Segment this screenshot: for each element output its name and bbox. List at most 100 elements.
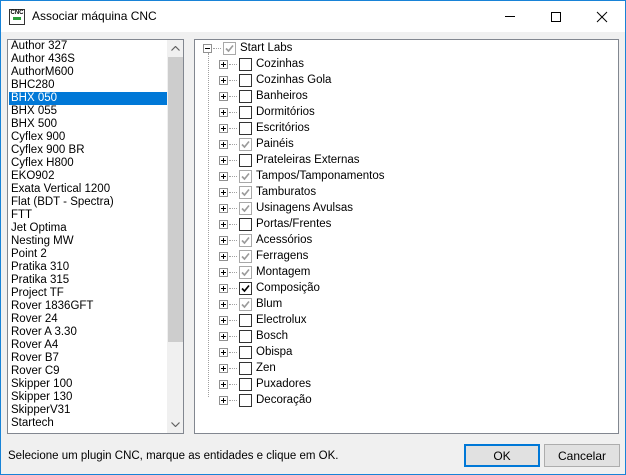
expand-icon[interactable] [219,235,228,245]
expand-icon[interactable] [219,75,228,85]
expand-icon[interactable] [219,139,228,149]
tree-node[interactable]: Blum [219,296,282,312]
scroll-up-button[interactable] [167,40,183,57]
tree-node[interactable]: Tampos/Tamponamentos [219,168,384,184]
expand-icon[interactable] [219,123,228,133]
scroll-down-button[interactable] [167,416,183,433]
tree-node[interactable]: Montagem [219,264,310,280]
tree-node[interactable]: Obispa [219,344,292,360]
tree-node[interactable]: Composição [219,280,320,296]
expand-icon[interactable] [219,59,228,69]
machine-list-item[interactable]: Rover A4 [9,339,167,352]
machine-list-item[interactable]: Rover 24 [9,313,167,326]
tree-node[interactable]: Tamburatos [219,184,316,200]
ok-button[interactable]: OK [464,444,540,467]
expand-icon[interactable] [219,283,228,293]
machine-list-item[interactable]: Point 2 [9,248,167,261]
machine-list-item[interactable]: EKO902 [9,170,167,183]
entity-tree[interactable]: Start Labs Cozinhas Cozinhas Gola Banheiros… [194,39,619,434]
checkbox-unchecked[interactable] [239,153,252,167]
machine-list-item[interactable]: BHX 055 [9,105,167,118]
tree-node[interactable]: Electrolux [219,312,307,328]
title-bar[interactable]: CNC Associar máquina CNC [1,1,625,32]
machine-list-item[interactable]: Author 327 [9,40,167,53]
expand-icon[interactable] [219,107,228,117]
collapse-icon[interactable] [203,43,212,53]
machine-listbox[interactable]: Author 327 Author 436S AuthorM600 BHC280 BHX… [7,39,184,434]
checkbox-unchecked[interactable] [239,361,252,375]
expand-icon[interactable] [219,171,228,181]
tree-node[interactable]: Prateleiras Externas [219,152,360,168]
expand-icon[interactable] [219,219,228,229]
machine-list-item[interactable]: Startech [9,417,167,430]
tree-node[interactable]: Bosch [219,328,288,344]
checkbox-gray-checked[interactable] [239,265,252,279]
machine-list-item[interactable]: Pratika 315 [9,274,167,287]
checkbox-unchecked[interactable] [239,73,252,87]
machine-list-item[interactable]: Flat (BDT - Spectra) [9,196,167,209]
machine-list-item[interactable]: Author 436S [9,53,167,66]
tree-node[interactable]: Dormitórios [219,104,315,120]
checkbox-unchecked[interactable] [239,377,252,391]
expand-icon[interactable] [219,91,228,101]
expand-icon[interactable] [219,379,228,389]
checkbox-gray-checked[interactable] [239,201,252,215]
tree-node[interactable]: Acessórios [219,232,312,248]
minimize-button[interactable] [487,1,533,32]
tree-node[interactable]: Painéis [219,136,294,152]
checkbox-unchecked[interactable] [239,393,252,407]
machine-list-item[interactable]: Rover C9 [9,365,167,378]
machine-list-item[interactable]: Cyflex 900 BR [9,144,167,157]
machine-list-item[interactable]: BHC280 [9,79,167,92]
machine-list-item[interactable]: Exata Vertical 1200 [9,183,167,196]
checkbox-checked[interactable] [239,281,252,295]
expand-icon[interactable] [219,155,228,165]
machine-list-item[interactable]: FTT [9,209,167,222]
machine-list-item[interactable]: Jet Optima [9,222,167,235]
expand-icon[interactable] [219,299,228,309]
maximize-button[interactable] [533,1,579,32]
checkbox-gray-checked[interactable] [239,233,252,247]
tree-root-node[interactable]: Start Labs [203,40,292,56]
checkbox-unchecked[interactable] [239,105,252,119]
checkbox-unchecked[interactable] [239,121,252,135]
checkbox-gray-checked[interactable] [239,137,252,151]
machine-list-item[interactable]: Cyflex 900 [9,131,167,144]
machine-list-item[interactable]: BHX 050 [9,92,167,105]
machine-list-item[interactable]: SkipperV31 [9,404,167,417]
checkbox-gray-checked[interactable] [223,41,236,55]
tree-node[interactable]: Puxadores [219,376,311,392]
checkbox-unchecked[interactable] [239,313,252,327]
tree-node[interactable]: Portas/Frentes [219,216,331,232]
machine-list-item[interactable]: Cyflex H800 [9,157,167,170]
cancel-button[interactable]: Cancelar [544,444,620,467]
checkbox-unchecked[interactable] [239,329,252,343]
tree-node[interactable]: Cozinhas Gola [219,72,331,88]
checkbox-unchecked[interactable] [239,89,252,103]
checkbox-gray-checked[interactable] [239,249,252,263]
machine-list-item[interactable]: Rover 1836GFT [9,300,167,313]
close-button[interactable] [579,1,625,32]
tree-node[interactable]: Cozinhas [219,56,304,72]
tree-node[interactable]: Ferragens [219,248,308,264]
checkbox-gray-checked[interactable] [239,297,252,311]
tree-node[interactable]: Decoração [219,392,312,408]
checkbox-unchecked[interactable] [239,57,252,71]
machine-list-item[interactable]: Pratika 310 [9,261,167,274]
expand-icon[interactable] [219,187,228,197]
tree-node[interactable]: Banheiros [219,88,308,104]
expand-icon[interactable] [219,267,228,277]
machine-list-item[interactable]: Rover B7 [9,352,167,365]
tree-node[interactable]: Usinagens Avulsas [219,200,353,216]
expand-icon[interactable] [219,203,228,213]
checkbox-gray-checked[interactable] [239,185,252,199]
machine-list-item[interactable]: Nesting MW [9,235,167,248]
expand-icon[interactable] [219,363,228,373]
checkbox-unchecked[interactable] [239,217,252,231]
expand-icon[interactable] [219,331,228,341]
expand-icon[interactable] [219,347,228,357]
machine-list-item[interactable]: Rover A 3.30 [9,326,167,339]
machine-list-scrollbar[interactable] [167,40,183,433]
expand-icon[interactable] [219,251,228,261]
machine-list-item[interactable]: Project TF [9,287,167,300]
